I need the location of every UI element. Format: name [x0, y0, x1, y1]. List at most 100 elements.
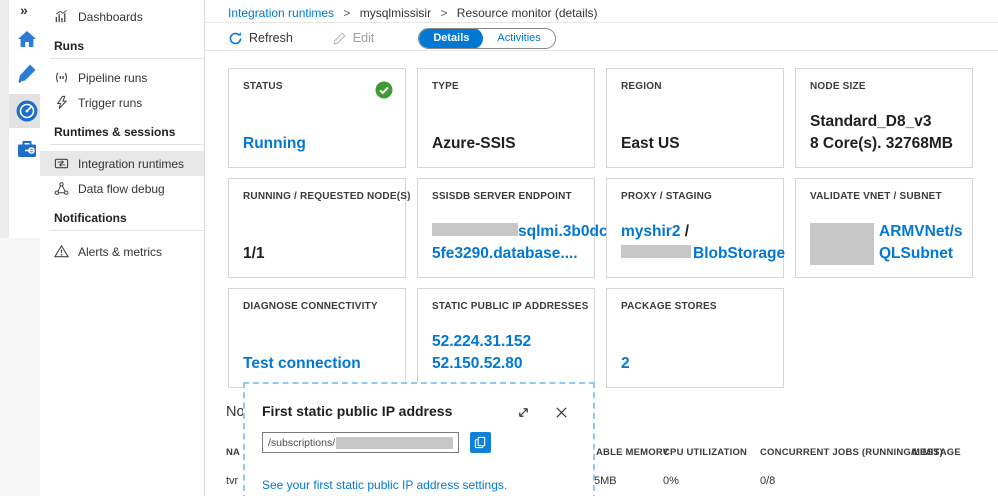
- close-dialog-icon[interactable]: [554, 405, 569, 420]
- card-node-size: NODE SIZE Standard_D8_v3 8 Core(s). 3276…: [795, 68, 973, 168]
- vnet-line1[interactable]: ARMVNet/s: [879, 221, 963, 243]
- author-pencil-icon[interactable]: [16, 62, 38, 84]
- monitor-gauge-icon[interactable]: [15, 99, 39, 123]
- ssisdb-endpoint-line2[interactable]: 5fe3290.database....: [432, 243, 580, 265]
- nav-item-data-flow-debug[interactable]: Data flow debug: [40, 176, 204, 201]
- nodes-value: 1/1: [243, 245, 265, 262]
- proxy-line: myshir2 /: [621, 223, 690, 240]
- rail-lower-area: [0, 238, 40, 496]
- card-type: TYPE Azure-SSIS: [417, 68, 595, 168]
- card-label: NODE SIZE: [810, 81, 866, 92]
- card-label: TYPE: [432, 81, 459, 92]
- proxy-name-link[interactable]: myshir2: [621, 223, 680, 240]
- card-label: PACKAGE STORES: [621, 301, 717, 312]
- collapse-nav-icon[interactable]: »: [20, 2, 28, 18]
- redaction-block: [810, 223, 874, 265]
- redaction-block: [621, 245, 691, 258]
- edit-button[interactable]: Edit: [333, 31, 375, 45]
- vnet-line2[interactable]: QLSubnet: [879, 243, 963, 265]
- tab-details[interactable]: Details: [419, 28, 484, 48]
- nav-item-label: Pipeline runs: [78, 70, 148, 85]
- card-status: STATUS Running: [228, 68, 406, 168]
- breadcrumb-separator: >: [343, 6, 351, 20]
- nav-item-alerts-metrics[interactable]: Alerts & metrics: [40, 239, 204, 264]
- breadcrumb-separator: >: [440, 6, 448, 20]
- manage-toolbox-icon[interactable]: [16, 138, 38, 160]
- refresh-label: Refresh: [249, 31, 293, 45]
- staging-line[interactable]: BlobStorage: [621, 243, 785, 265]
- first-static-ip-dialog: First static public IP address /subscrip…: [243, 382, 595, 496]
- card-label: VALIDATE VNET / SUBNET: [810, 191, 942, 202]
- static-ip-2[interactable]: 52.150.52.80: [432, 353, 580, 375]
- nav-item-label: Dashboards: [78, 9, 143, 24]
- node-row-name: tvr: [226, 475, 239, 487]
- column-header-cpu-utilization: CPU UTILIZATION: [663, 447, 748, 458]
- node-row-cpu: 0%: [663, 475, 679, 487]
- type-value: Azure-SSIS: [432, 135, 516, 152]
- integration-runtimes-icon: [54, 158, 69, 169]
- ssisdb-endpoint-line1[interactable]: sqlmi.3b0dc: [432, 221, 608, 243]
- nav-item-label: Alerts & metrics: [78, 244, 163, 259]
- trigger-runs-icon: [56, 95, 68, 109]
- column-header-available-memory: ABLE MEMORY: [596, 447, 670, 458]
- refresh-icon: [229, 31, 242, 44]
- dialog-title: First static public IP address: [262, 403, 453, 419]
- resource-monitor-page: » Dashboards Runs Pipeline runs Trigger …: [0, 0, 998, 496]
- alerts-warning-icon: [54, 244, 69, 258]
- breadcrumb-runtime-name: mysqlmissisir: [359, 6, 432, 20]
- column-header-message: MESSAGE: [912, 447, 961, 458]
- redaction-block: [432, 223, 518, 236]
- nav-item-dashboards[interactable]: Dashboards: [40, 4, 204, 29]
- edit-label: Edit: [352, 31, 375, 45]
- refresh-button[interactable]: Refresh: [228, 31, 293, 46]
- details-activities-toggle: Details Activities: [418, 27, 556, 49]
- region-value: East US: [621, 135, 680, 152]
- card-region: REGION East US: [606, 68, 784, 168]
- nav-item-integration-runtimes[interactable]: Integration runtimes: [40, 151, 204, 176]
- edit-pencil-icon: [333, 32, 346, 45]
- ip-resource-id-input[interactable]: /subscriptions/: [262, 432, 459, 453]
- card-label: STATIC PUBLIC IP ADDRESSES: [432, 301, 589, 312]
- card-label: REGION: [621, 81, 662, 92]
- home-icon[interactable]: [16, 29, 38, 51]
- card-label: RUNNING / REQUESTED NODE(S): [243, 191, 411, 202]
- pipeline-runs-icon: [56, 72, 67, 83]
- package-stores-value[interactable]: 2: [621, 353, 769, 375]
- nav-divider: [50, 58, 204, 59]
- nav-header-runs: Runs: [54, 39, 84, 53]
- status-value[interactable]: Running: [243, 133, 391, 155]
- nav-item-pipeline-runs[interactable]: Pipeline runs: [40, 65, 204, 90]
- toolbar: Refresh Edit Details Activities: [228, 26, 556, 50]
- nav-item-label: Integration runtimes: [78, 156, 185, 171]
- test-connection-link[interactable]: Test connection: [243, 353, 391, 375]
- breadcrumb-integration-runtimes[interactable]: Integration runtimes: [228, 6, 334, 20]
- card-running-requested-nodes: RUNNING / REQUESTED NODE(S) 1/1: [228, 178, 411, 278]
- card-proxy-staging: PROXY / STAGING myshir2 / BlobStorage: [606, 178, 785, 278]
- toolbar-divider: [205, 50, 998, 51]
- node-size-line2: 8 Core(s). 32768MB: [810, 135, 954, 152]
- status-running-check-icon: [375, 81, 393, 99]
- nav-divider: [50, 230, 204, 231]
- nodes-heading: No: [226, 404, 245, 420]
- copy-button[interactable]: [470, 432, 491, 453]
- breadcrumb: Integration runtimes > mysqlmissisir > R…: [228, 6, 598, 20]
- detail-cards: STATUS Running TYPE Azure-SSIS REGION Ea…: [228, 68, 980, 388]
- static-ip-1[interactable]: 52.224.31.152: [432, 331, 580, 353]
- card-package-stores: PACKAGE STORES 2: [606, 288, 784, 388]
- dashboards-icon: [55, 10, 67, 23]
- breadcrumb-current-page: Resource monitor (details): [456, 6, 598, 20]
- first-static-ip-settings-link[interactable]: See your first static public IP address …: [262, 478, 507, 492]
- card-static-public-ips: STATIC PUBLIC IP ADDRESSES 52.224.31.152…: [417, 288, 595, 388]
- column-header-name: NA: [226, 447, 241, 458]
- copy-icon: [474, 436, 486, 449]
- card-label: STATUS: [243, 81, 283, 92]
- expand-dialog-icon[interactable]: [516, 405, 531, 420]
- card-label: DIAGNOSE CONNECTIVITY: [243, 301, 378, 312]
- card-label: PROXY / STAGING: [621, 191, 712, 202]
- breadcrumb-divider: [205, 22, 998, 23]
- nav-divider: [50, 144, 204, 145]
- nav-item-trigger-runs[interactable]: Trigger runs: [40, 90, 204, 115]
- tab-activities[interactable]: Activities: [483, 29, 554, 48]
- card-diagnose-connectivity: DIAGNOSE CONNECTIVITY Test connection: [228, 288, 406, 388]
- card-label: SSISDB SERVER ENDPOINT: [432, 191, 572, 202]
